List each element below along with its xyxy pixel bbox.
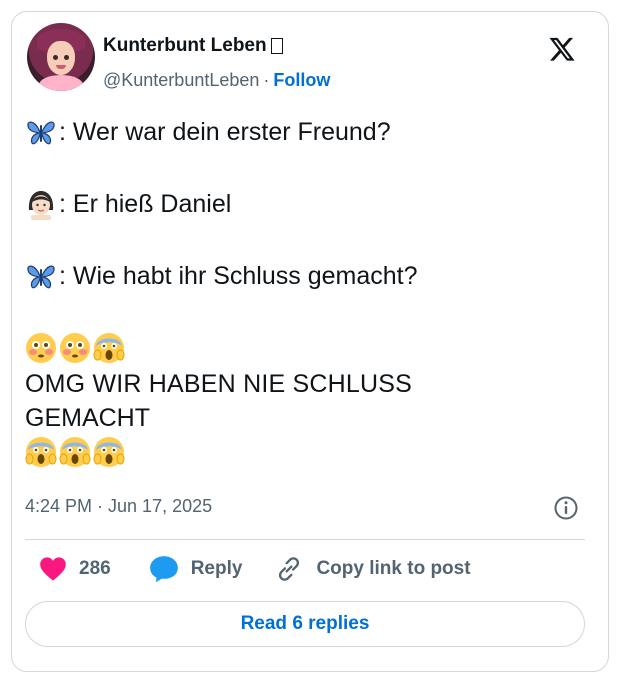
reaction-emoji-row [25, 331, 585, 365]
screaming-in-fear-emoji-icon [93, 437, 125, 467]
flushed-face-emoji-icon [60, 333, 90, 363]
omg-text-2: GEMACHT [25, 404, 150, 432]
dialogue-text: : Wer war dein erster Freund? [59, 118, 391, 146]
author-handle-row: @KunterbuntLeben · Follow [103, 70, 330, 91]
butterfly-emoji-icon [27, 265, 55, 289]
divider [25, 539, 585, 540]
dialogue-line: : Er hieß Daniel [25, 187, 585, 221]
copy-link-label: Copy link to post [316, 558, 471, 579]
reply-label: Reply [190, 558, 243, 579]
like-button[interactable]: 286 [39, 556, 111, 582]
reply-button[interactable]: Reply [149, 555, 243, 583]
info-icon[interactable] [553, 495, 579, 521]
action-bar: 286 Reply Copy link to post [25, 553, 471, 585]
screaming-in-fear-emoji-icon [59, 437, 91, 467]
tweet-text: : Wer war dein erster Freund? : Er hieß … [25, 115, 585, 469]
tweet-timestamp[interactable]: 4:24 PM · Jun 17, 2025 [25, 496, 212, 517]
copy-link-button[interactable]: Copy link to post [274, 555, 471, 583]
avatar[interactable] [27, 23, 95, 91]
omg-text-1: OMG WIR HABEN NIE SCHLUSS [25, 370, 412, 398]
read-replies-label: Read 6 replies [240, 613, 370, 634]
omg-line: GEMACHT [25, 401, 585, 435]
butterfly-emoji-icon [27, 121, 55, 145]
omg-line: OMG WIR HABEN NIE SCHLUSS [25, 367, 585, 401]
author-name-row: Kunterbunt Leben [103, 35, 283, 57]
woman-emoji-icon [28, 191, 54, 220]
dialogue-text: : Er hieß Daniel [59, 190, 232, 218]
separator: · [263, 70, 270, 90]
screaming-in-fear-emoji-icon [93, 333, 125, 363]
dialogue-text: : Wie habt ihr Schluss gemacht? [59, 262, 418, 290]
heart-icon [40, 557, 66, 581]
follow-button[interactable]: Follow [273, 70, 330, 90]
screaming-in-fear-emoji-icon [25, 437, 57, 467]
read-replies-button[interactable]: Read 6 replies [25, 601, 585, 647]
reply-bubble-icon [149, 556, 178, 583]
dialogue-line: : Wie habt ihr Schluss gemacht? [25, 259, 585, 293]
like-count: 286 [79, 558, 111, 579]
dialogue-line: : Wer war dein erster Freund? [25, 115, 585, 149]
author-handle[interactable]: @KunterbuntLeben [103, 70, 259, 90]
author-display-name[interactable]: Kunterbunt Leben [103, 35, 267, 57]
x-logo-icon[interactable] [547, 35, 577, 63]
reaction-emoji-row [25, 435, 585, 469]
unsupported-glyph-icon [270, 38, 283, 54]
link-icon [279, 557, 300, 581]
flushed-face-emoji-icon [26, 333, 56, 363]
